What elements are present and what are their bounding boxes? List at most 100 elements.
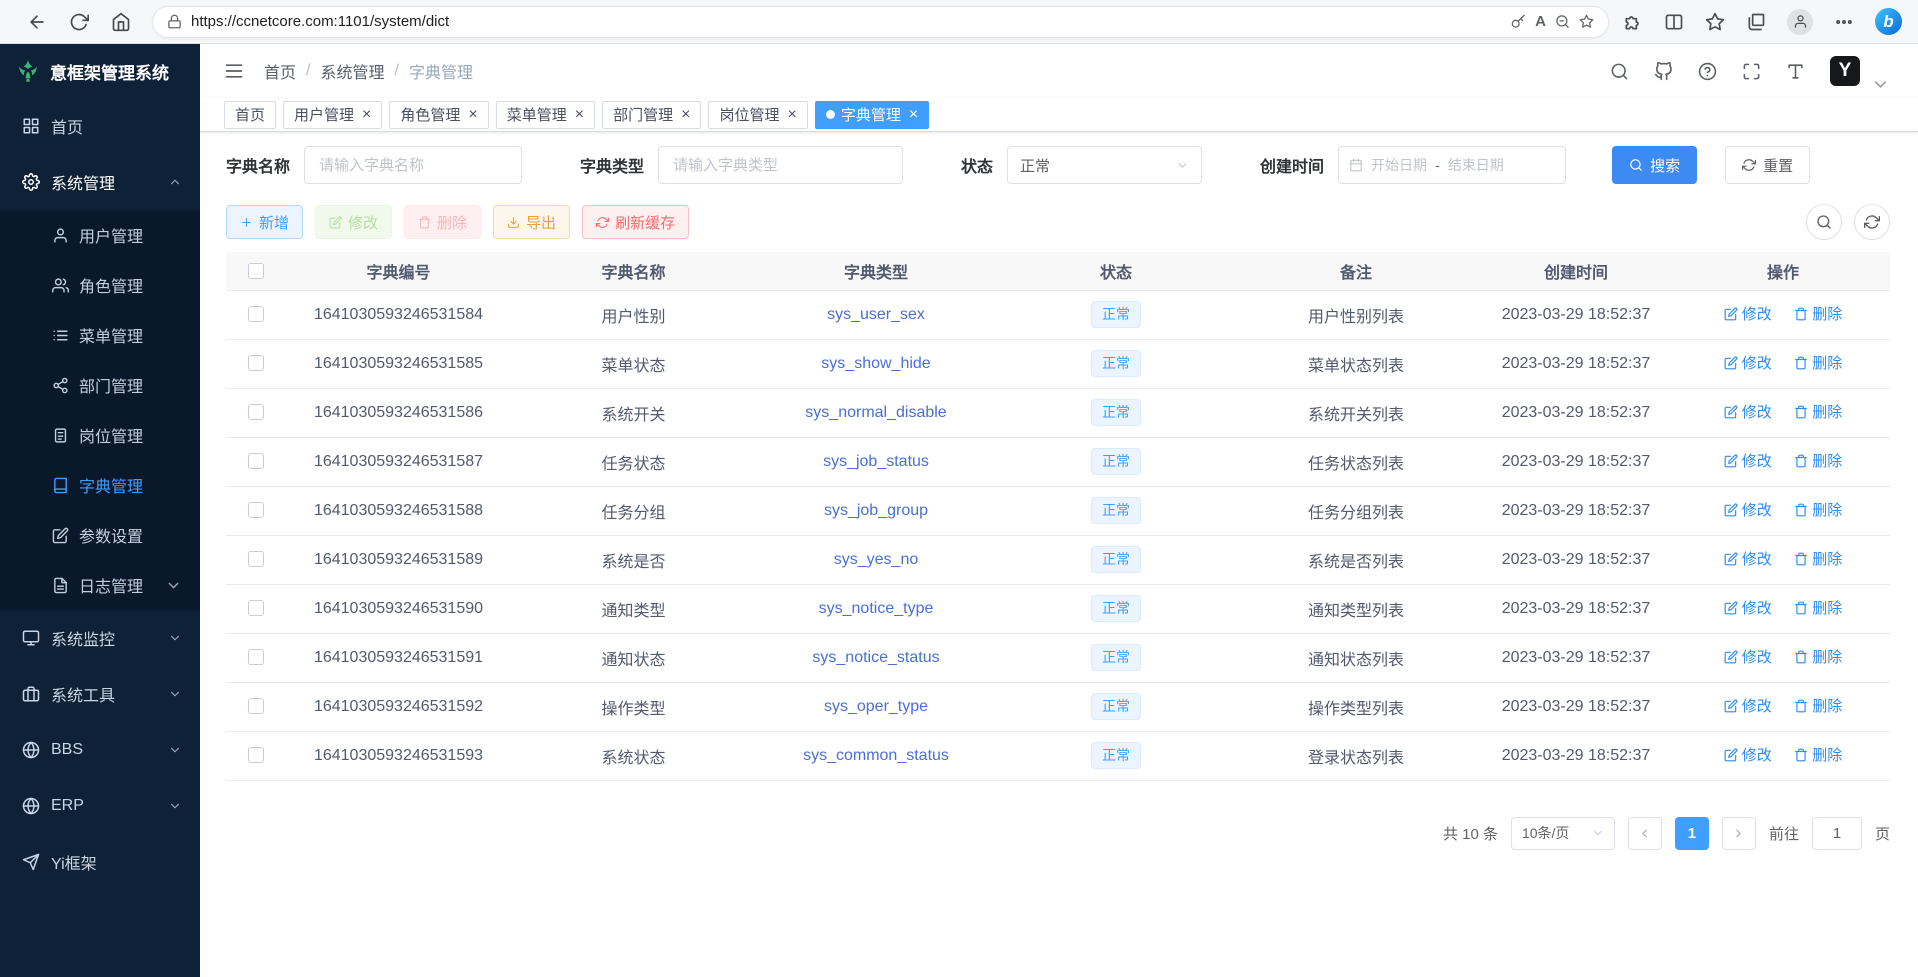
read-aloud-icon[interactable]: A	[1535, 13, 1546, 30]
sidebar-item-user-mgmt[interactable]: 用户管理	[0, 210, 200, 260]
sidebar-item-system[interactable]: 系统管理	[0, 154, 200, 210]
zoom-out-icon[interactable]	[1555, 14, 1570, 29]
dict-type-link[interactable]: sys_user_sex	[827, 306, 925, 323]
reset-button[interactable]: 重置	[1725, 146, 1810, 184]
sidebar-item-role-mgmt[interactable]: 角色管理	[0, 260, 200, 310]
font-size-icon[interactable]	[1786, 62, 1805, 81]
row-edit-link[interactable]: 修改	[1724, 352, 1772, 373]
row-edit-link[interactable]: 修改	[1724, 695, 1772, 716]
row-edit-link[interactable]: 修改	[1724, 646, 1772, 667]
address-bar[interactable]: https://ccnetcore.com:1101/system/dict A	[152, 6, 1609, 38]
row-checkbox[interactable]	[248, 649, 264, 665]
refresh-table-button[interactable]	[1854, 204, 1890, 240]
sidebar-item-bbs[interactable]: BBS	[0, 722, 200, 778]
edit-button[interactable]: 修改	[315, 205, 392, 239]
date-start-placeholder[interactable]: 开始日期	[1371, 155, 1427, 175]
row-edit-link[interactable]: 修改	[1724, 499, 1772, 520]
refresh-cache-button[interactable]: 刷新缓存	[582, 205, 689, 239]
favorites-icon[interactable]	[1705, 12, 1725, 32]
page-number-current[interactable]: 1	[1675, 817, 1709, 850]
password-key-icon[interactable]	[1511, 14, 1526, 29]
browser-back-icon[interactable]	[27, 12, 47, 32]
dict-type-link[interactable]: sys_job_group	[824, 502, 928, 519]
tab-close-icon[interactable]: ×	[909, 107, 918, 123]
sidebar-item-menu-mgmt[interactable]: 菜单管理	[0, 310, 200, 360]
row-delete-link[interactable]: 删除	[1794, 352, 1842, 373]
select-all-checkbox[interactable]	[248, 263, 264, 279]
bing-sidebar-icon[interactable]: b	[1875, 8, 1902, 35]
dict-type-link[interactable]: sys_yes_no	[834, 551, 919, 568]
next-page-button[interactable]	[1722, 817, 1756, 850]
extensions-icon[interactable]	[1623, 12, 1643, 32]
sidebar-item-tools[interactable]: 系统工具	[0, 666, 200, 722]
sidebar-item-erp[interactable]: ERP	[0, 778, 200, 834]
dict-type-link[interactable]: sys_show_hide	[821, 355, 930, 372]
add-favorite-star-icon[interactable]	[1579, 14, 1594, 29]
add-button[interactable]: 新增	[226, 205, 303, 239]
sidebar-item-home[interactable]: 首页	[0, 98, 200, 154]
dict-name-input[interactable]	[304, 146, 522, 184]
view-tab[interactable]: 角色管理 ×	[389, 101, 488, 129]
sidebar-fold-icon[interactable]	[224, 61, 244, 81]
page-size-select[interactable]: 10条/页	[1511, 817, 1615, 850]
view-tab[interactable]: 用户管理 ×	[283, 101, 382, 129]
row-delete-link[interactable]: 删除	[1794, 303, 1842, 324]
tab-close-icon[interactable]: ×	[468, 107, 477, 123]
tab-close-icon[interactable]: ×	[362, 107, 371, 123]
row-edit-link[interactable]: 修改	[1724, 303, 1772, 324]
dict-type-input[interactable]	[658, 146, 903, 184]
browser-profile-avatar[interactable]	[1787, 9, 1813, 35]
row-delete-link[interactable]: 删除	[1794, 744, 1842, 765]
dict-type-link[interactable]: sys_common_status	[803, 747, 949, 764]
sidebar-item-dict-mgmt[interactable]: 字典管理	[0, 460, 200, 510]
view-tab[interactable]: 首页	[224, 101, 276, 129]
row-checkbox[interactable]	[248, 453, 264, 469]
row-edit-link[interactable]: 修改	[1724, 597, 1772, 618]
row-edit-link[interactable]: 修改	[1724, 450, 1772, 471]
row-edit-link[interactable]: 修改	[1724, 744, 1772, 765]
dict-type-link[interactable]: sys_notice_type	[819, 600, 934, 617]
sidebar-item-dept-mgmt[interactable]: 部门管理	[0, 360, 200, 410]
sidebar-item-param-settings[interactable]: 参数设置	[0, 510, 200, 560]
row-checkbox[interactable]	[248, 551, 264, 567]
date-range-picker[interactable]: 开始日期 - 结束日期	[1338, 146, 1566, 184]
export-button[interactable]: 导出	[493, 205, 570, 239]
row-edit-link[interactable]: 修改	[1724, 548, 1772, 569]
browser-home-icon[interactable]	[111, 12, 131, 32]
date-end-placeholder[interactable]: 结束日期	[1448, 155, 1504, 175]
tab-close-icon[interactable]: ×	[787, 107, 796, 123]
row-delete-link[interactable]: 删除	[1794, 401, 1842, 422]
status-select[interactable]: 正常	[1007, 146, 1202, 184]
dict-type-link[interactable]: sys_notice_status	[812, 649, 939, 666]
view-tab[interactable]: 字典管理 ×	[815, 101, 929, 129]
fullscreen-icon[interactable]	[1742, 62, 1761, 81]
toggle-search-button[interactable]	[1806, 204, 1842, 240]
row-checkbox[interactable]	[248, 698, 264, 714]
row-delete-link[interactable]: 删除	[1794, 450, 1842, 471]
row-delete-link[interactable]: 删除	[1794, 597, 1842, 618]
breadcrumb-item-home[interactable]: 首页	[264, 59, 296, 83]
tab-close-icon[interactable]: ×	[575, 107, 584, 123]
row-delete-link[interactable]: 删除	[1794, 548, 1842, 569]
collections-icon[interactable]	[1746, 12, 1766, 32]
user-avatar[interactable]: Y	[1830, 56, 1860, 86]
dict-type-link[interactable]: sys_normal_disable	[805, 404, 946, 421]
help-icon[interactable]	[1698, 62, 1717, 81]
row-checkbox[interactable]	[248, 355, 264, 371]
sidebar-item-post-mgmt[interactable]: 岗位管理	[0, 410, 200, 460]
row-edit-link[interactable]: 修改	[1724, 401, 1772, 422]
row-checkbox[interactable]	[248, 306, 264, 322]
tab-close-icon[interactable]: ×	[681, 107, 690, 123]
sidebar-item-monitor[interactable]: 系统监控	[0, 610, 200, 666]
row-delete-link[interactable]: 删除	[1794, 695, 1842, 716]
search-button[interactable]: 搜索	[1612, 146, 1697, 184]
prev-page-button[interactable]	[1628, 817, 1662, 850]
browser-refresh-icon[interactable]	[69, 12, 89, 32]
split-screen-icon[interactable]	[1664, 12, 1684, 32]
dict-type-link[interactable]: sys_oper_type	[824, 698, 928, 715]
row-delete-link[interactable]: 删除	[1794, 499, 1842, 520]
breadcrumb-item-system[interactable]: 系统管理	[320, 59, 384, 83]
sidebar-item-yi-framework[interactable]: Yi框架	[0, 834, 200, 890]
github-icon[interactable]	[1654, 62, 1673, 81]
sidebar-item-log-mgmt[interactable]: 日志管理	[0, 560, 200, 610]
